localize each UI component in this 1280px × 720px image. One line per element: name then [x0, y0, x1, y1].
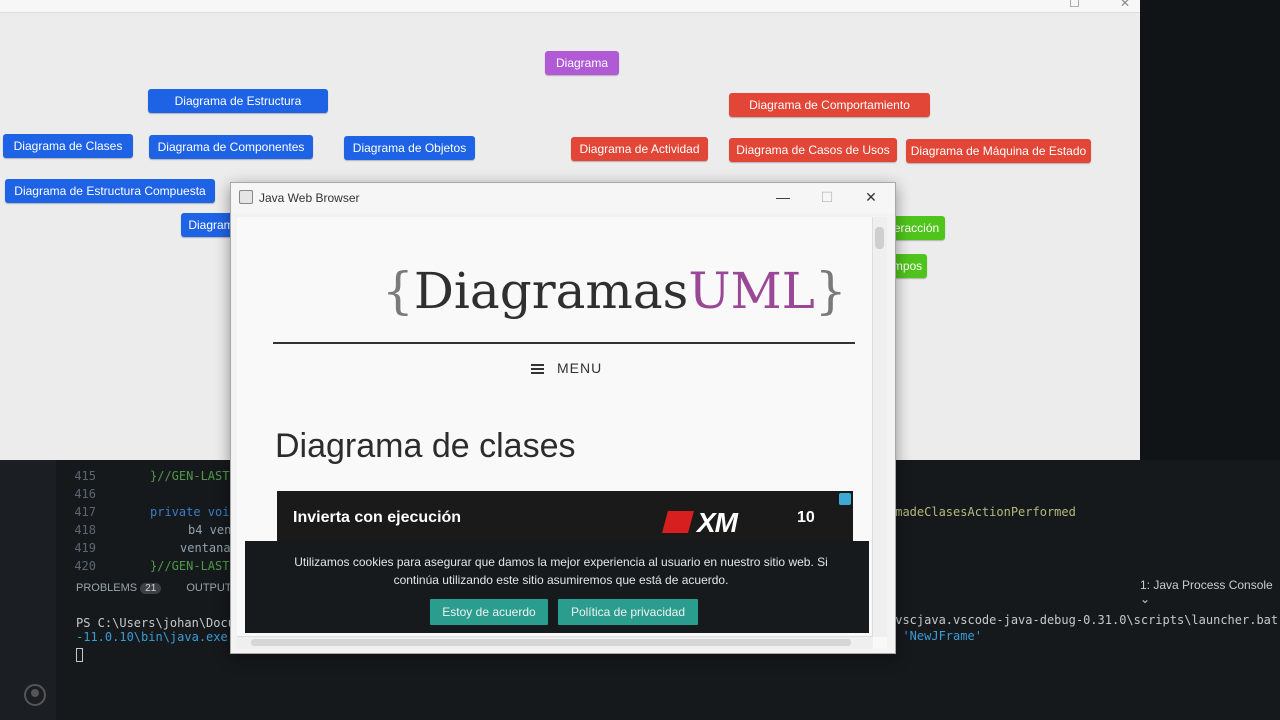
browser-content: {DiagramasUML} MENU Diagrama de clases I…	[237, 217, 887, 649]
activity-bar	[0, 460, 56, 720]
app-window-titlebar: ☐ ✕	[0, 0, 1140, 13]
ad-choices-icon[interactable]	[839, 493, 851, 505]
tab-problems[interactable]: PROBLEMS 21	[76, 582, 162, 594]
console-select[interactable]: 1: Java Process Console ⌄	[1140, 578, 1280, 606]
diagrama-casos-usos-button[interactable]: Diagrama de Casos de Usos	[729, 138, 897, 162]
cookie-banner: Utilizamos cookies para asegurar que dam…	[245, 541, 869, 633]
terminal-text: ' 'NewJFrame'	[888, 629, 982, 643]
code-line: }//GEN-LAST:	[150, 469, 237, 483]
line-number: 418	[74, 523, 96, 537]
horizontal-scrollbar-thumb[interactable]	[251, 639, 851, 646]
accept-cookies-button[interactable]: Estoy de acuerdo	[430, 599, 548, 625]
diagrama-maquina-estado-button[interactable]: Diagrama de Máquina de Estado	[906, 139, 1091, 163]
line-number: 415	[74, 469, 96, 483]
code-fragment-right: amadeClasesActionPerformed	[888, 505, 1076, 519]
panel-tabs: PROBLEMS 21 OUTPUT	[76, 582, 254, 594]
site-logo[interactable]: {DiagramasUML}	[382, 261, 847, 321]
terminal-text: -11.0.10\bin\java.exe'	[76, 630, 235, 644]
java-web-browser-window: Java Web Browser — ☐ ✕ {DiagramasUML} ME…	[230, 182, 896, 654]
account-icon[interactable]	[24, 684, 46, 706]
diagrama-button[interactable]: Diagrama	[545, 51, 619, 75]
maximize-button[interactable]: ☐	[815, 188, 839, 206]
diagrama-estructura-button[interactable]: Diagrama de Estructura	[148, 89, 328, 113]
vertical-scrollbar[interactable]	[872, 217, 887, 637]
hamburger-menu-icon[interactable]	[531, 364, 544, 374]
cookie-message: Utilizamos cookies para asegurar que dam…	[294, 555, 828, 587]
app-window-controls[interactable]: ☐ ✕	[1029, 0, 1130, 10]
terminal-cursor	[76, 648, 83, 662]
diagrama-componentes-button[interactable]: Diagrama de Componentes	[149, 135, 313, 159]
line-number: 417	[74, 505, 96, 519]
privacy-policy-button[interactable]: Política de privacidad	[558, 599, 698, 625]
terminal-text: \vscjava.vscode-java-debug-0.31.0\script…	[888, 613, 1280, 627]
tab-output[interactable]: OUTPUT	[186, 582, 231, 594]
ad-logo: XM	[697, 507, 738, 538]
chevron-down-icon: ⌄	[1140, 592, 1151, 606]
page-title: Diagrama de clases	[275, 427, 576, 465]
vertical-scrollbar-thumb[interactable]	[875, 227, 884, 249]
code-line: private void	[150, 505, 237, 519]
close-button[interactable]: ✕	[859, 188, 883, 206]
java-app-icon	[239, 190, 253, 204]
diagrama-clases-button[interactable]: Diagrama de Clases	[3, 134, 133, 158]
header-divider	[273, 342, 855, 344]
ad-anniversary-badge: 10	[797, 509, 815, 526]
problems-count-badge: 21	[140, 583, 162, 594]
terminal-text: PS C:\Users\johan\Docume	[76, 616, 250, 630]
diagrama-objetos-button[interactable]: Diagrama de Objetos	[344, 136, 475, 160]
code-line: }//GEN-LAST:	[150, 559, 237, 573]
minimize-button[interactable]: —	[771, 188, 795, 206]
line-number: 420	[74, 559, 96, 573]
line-number: 416	[74, 487, 96, 501]
browser-title: Java Web Browser	[259, 191, 360, 205]
ad-text: Invierta con ejecución	[293, 509, 462, 526]
diagrama-interaccion-button[interactable]: eracción	[888, 216, 945, 240]
menu-label[interactable]: MENU	[557, 360, 602, 376]
diagrama-estructura-compuesta-button[interactable]: Diagrama de Estructura Compuesta	[5, 179, 215, 203]
horizontal-scrollbar[interactable]	[237, 636, 873, 649]
diagrama-comportamiento-button[interactable]: Diagrama de Comportamiento	[729, 93, 930, 117]
line-number: 419	[74, 541, 96, 555]
diagrama-actividad-button[interactable]: Diagrama de Actividad	[571, 137, 708, 161]
browser-titlebar[interactable]: Java Web Browser — ☐ ✕	[231, 183, 895, 213]
xm-logo-mark-icon	[662, 511, 694, 533]
